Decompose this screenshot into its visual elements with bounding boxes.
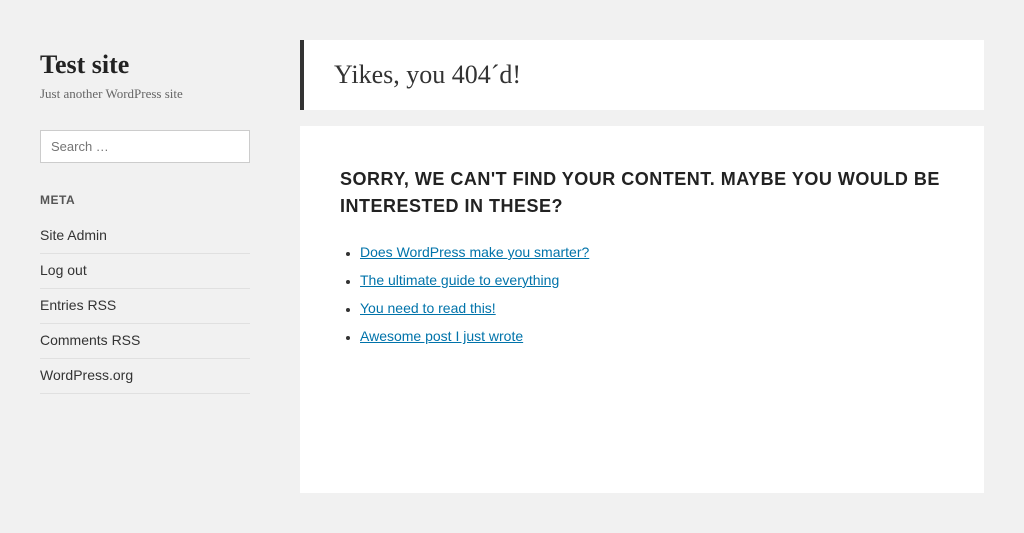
list-item: Entries RSS [40, 289, 250, 324]
site-tagline: Just another WordPress site [40, 86, 250, 102]
list-item: You need to read this! [360, 300, 944, 318]
site-title: Test site [40, 50, 250, 80]
search-form [40, 130, 250, 163]
meta-section: META Site Admin Log out Entries RSS Comment… [40, 193, 250, 394]
list-item: Log out [40, 254, 250, 289]
list-item: Does WordPress make you smarter? [360, 244, 944, 262]
suggestion-link[interactable]: Does WordPress make you smarter? [360, 244, 589, 260]
sidebar: Test site Just another WordPress site ME… [0, 20, 280, 513]
meta-link[interactable]: Site Admin [40, 227, 107, 243]
search-input[interactable] [40, 130, 250, 163]
sorry-heading: SORRY, WE CAN'T FIND YOUR CONTENT. MAYBE… [340, 166, 944, 220]
list-item: Awesome post I just wrote [360, 328, 944, 346]
meta-link[interactable]: Log out [40, 262, 87, 278]
meta-link[interactable]: Entries RSS [40, 297, 116, 313]
header-box: Yikes, you 404´d! [300, 40, 984, 110]
suggestion-link[interactable]: You need to read this! [360, 300, 496, 316]
404-title: Yikes, you 404´d! [334, 60, 521, 90]
list-item: Site Admin [40, 219, 250, 254]
page-wrapper: Test site Just another WordPress site ME… [0, 0, 1024, 533]
main-content: Yikes, you 404´d! SORRY, WE CAN'T FIND Y… [280, 20, 1004, 513]
suggestion-link[interactable]: The ultimate guide to everything [360, 272, 559, 288]
list-item: WordPress.org [40, 359, 250, 394]
suggestion-link[interactable]: Awesome post I just wrote [360, 328, 523, 344]
content-box: SORRY, WE CAN'T FIND YOUR CONTENT. MAYBE… [300, 126, 984, 493]
meta-link[interactable]: WordPress.org [40, 367, 133, 383]
list-item: The ultimate guide to everything [360, 272, 944, 290]
meta-links: Site Admin Log out Entries RSS Comments RSS… [40, 219, 250, 394]
suggestion-list: Does WordPress make you smarter? The ulti… [340, 244, 944, 346]
meta-link[interactable]: Comments RSS [40, 332, 140, 348]
meta-section-title: META [40, 193, 250, 207]
list-item: Comments RSS [40, 324, 250, 359]
